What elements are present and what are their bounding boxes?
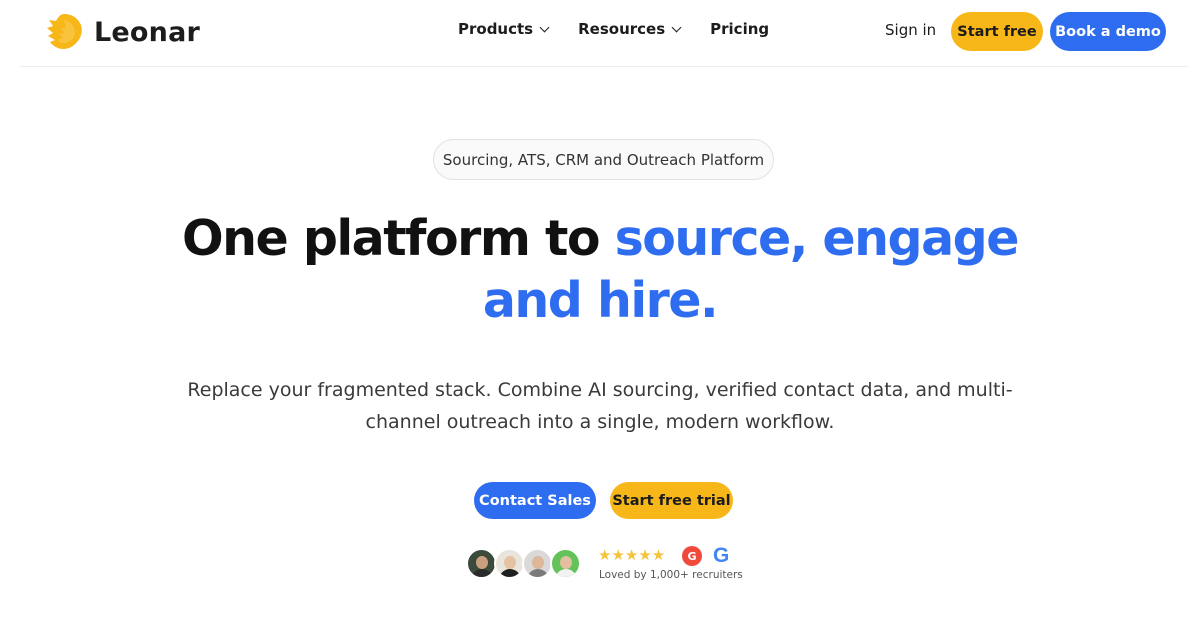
nav-pricing-label: Pricing: [710, 20, 770, 38]
main-nav: Products Resources Pricing: [458, 20, 769, 38]
nav-pricing[interactable]: Pricing: [710, 20, 769, 38]
contact-sales-button[interactable]: Contact Sales: [474, 482, 596, 519]
headline-accent-2: and hire.: [482, 272, 719, 329]
rating-stars: ★★★★★: [598, 546, 666, 564]
headline-plain: One platform to: [181, 210, 615, 267]
brand-name: Leonar: [94, 16, 201, 48]
hero-headline: One platform to source, engage and hire.: [150, 208, 1050, 332]
brand-logo[interactable]: Leonar: [44, 12, 200, 52]
chevron-down-icon: [671, 22, 682, 32]
google-badge-icon: G: [713, 544, 730, 567]
avatar: [466, 548, 497, 579]
category-pill: Sourcing, ATS, CRM and Outreach Platform: [433, 139, 774, 180]
hero-subtext: Replace your fragmented stack. Combine A…: [187, 379, 1013, 433]
lion-logo-icon: [47, 14, 82, 49]
avatar: [522, 548, 553, 579]
recruiter-avatars: [466, 548, 581, 579]
start-free-button[interactable]: Start free: [951, 12, 1043, 51]
book-demo-button[interactable]: Book a demo: [1050, 12, 1166, 51]
headline-accent-1: source, engage: [614, 210, 1020, 267]
chevron-down-icon: [539, 22, 550, 32]
nav-resources-label: Resources: [578, 20, 666, 38]
social-proof-caption: Loved by 1,000+ recruiters: [599, 569, 743, 581]
start-free-trial-button[interactable]: Start free trial: [610, 482, 733, 519]
nav-resources[interactable]: Resources: [578, 20, 682, 38]
site-header: Leonar Products Resources Pricing Sign i…: [20, 0, 1188, 67]
sign-in-link[interactable]: Sign in: [885, 21, 936, 39]
nav-products[interactable]: Products: [458, 20, 550, 38]
g2-badge-icon: G: [682, 546, 702, 566]
nav-products-label: Products: [458, 20, 534, 38]
avatar: [550, 548, 581, 579]
avatar: [494, 548, 525, 579]
